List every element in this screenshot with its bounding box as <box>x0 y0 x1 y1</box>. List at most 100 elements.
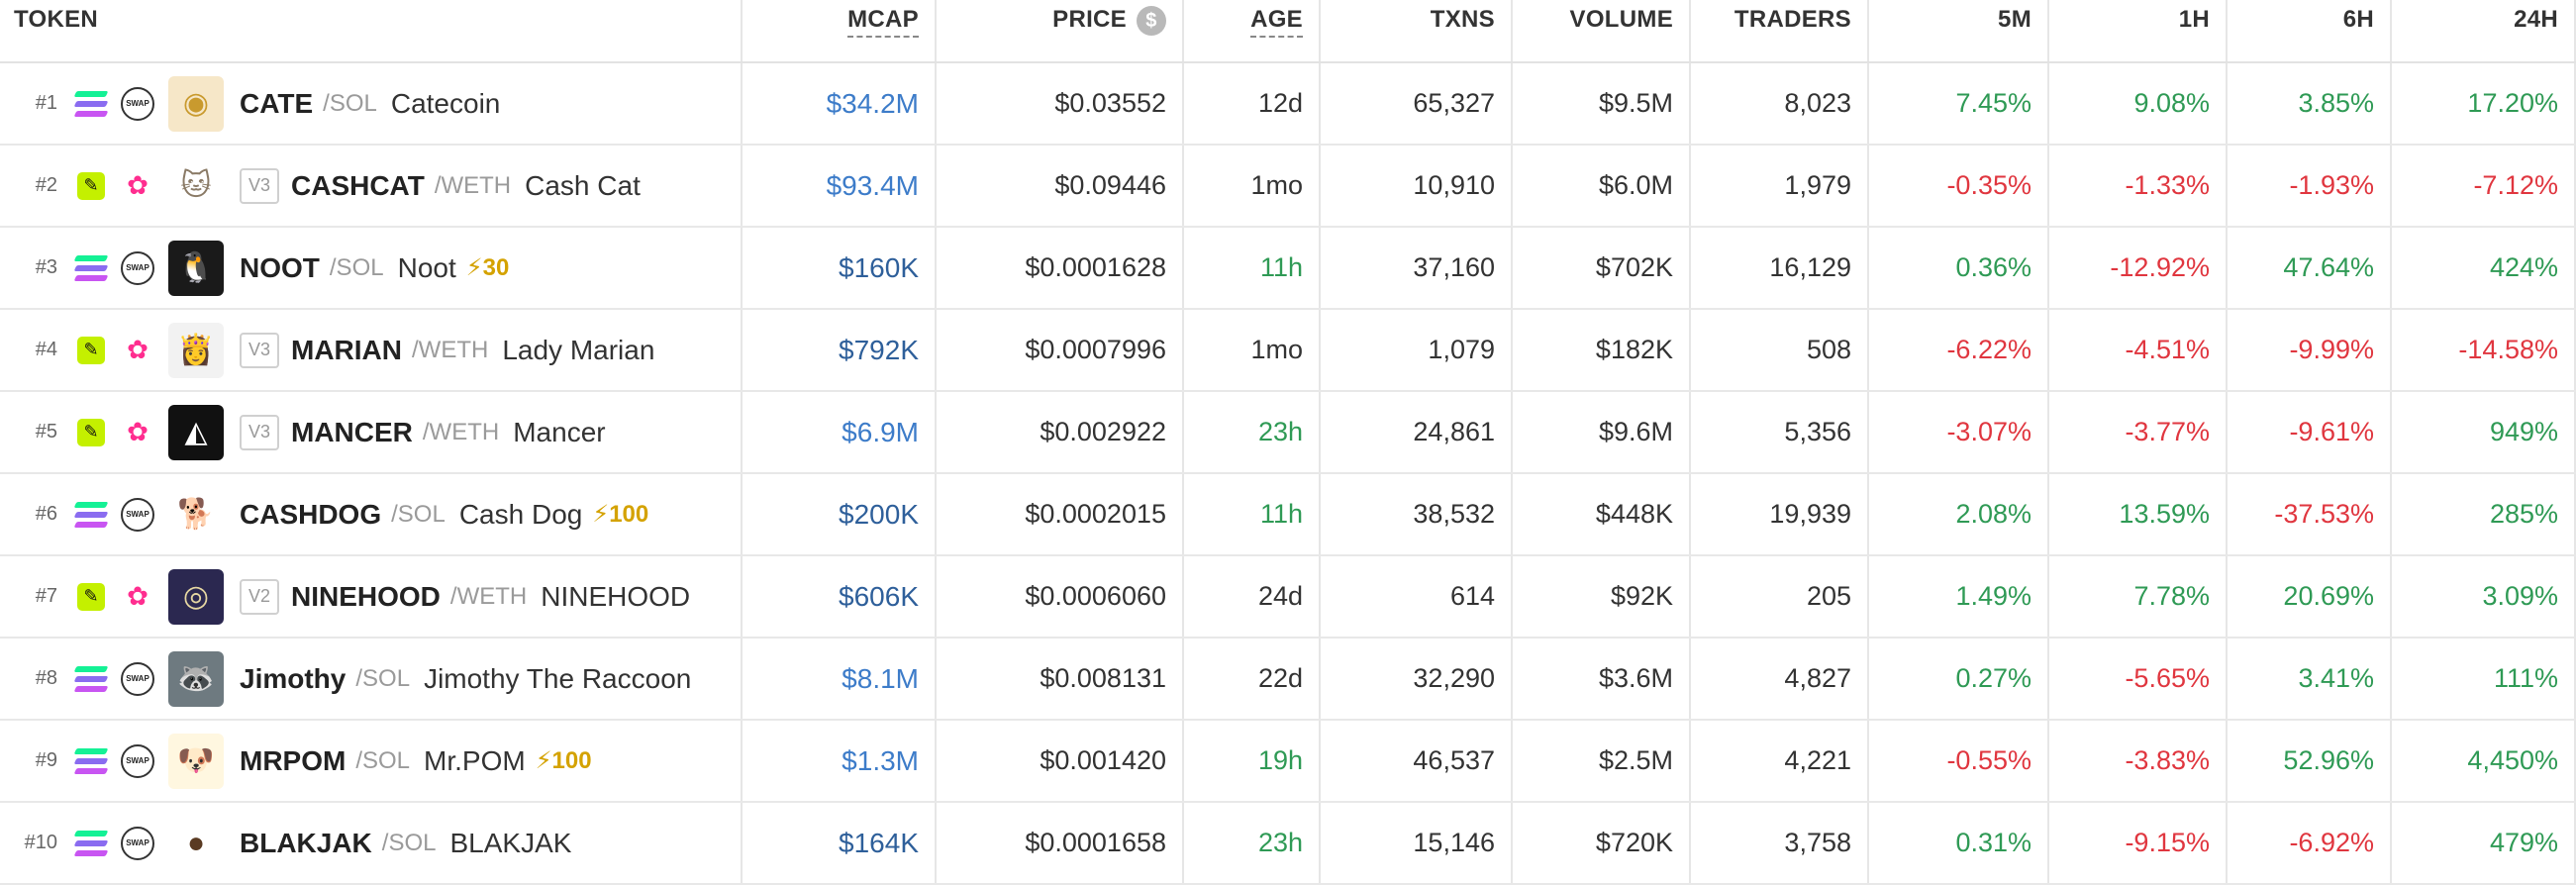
token-cell[interactable]: #1 SWAP ◉ CATE/SOL Catecoin <box>0 63 743 144</box>
solana-icon <box>73 828 109 859</box>
age-value: 1mo <box>1250 170 1303 200</box>
quote-pair: /SOL <box>355 664 411 692</box>
h6-value: -6.92% <box>2289 828 2374 857</box>
h6-value: 47.64% <box>2283 252 2374 282</box>
h1-value: -1.33% <box>2125 170 2210 200</box>
token-cell[interactable]: #2 ✎ ✿ 🐱 V3 CASHCAT/WETH Cash Cat <box>0 146 743 226</box>
column-volume[interactable]: VOLUME <box>1513 0 1691 61</box>
table-row[interactable]: #5 ✎ ✿ ◭ V3 MANCER/WETH Mancer $6.9M $0.002922 23… <box>0 392 2576 474</box>
jimothy-logo: 🦝 <box>168 650 224 707</box>
table-row[interactable]: #9 SWAP 🐶 MRPOM/SOL Mr.POM ⚡100 $1.3M $0.001420… <box>0 721 2576 803</box>
token-cell[interactable]: #4 ✎ ✿ 👸 V3 MARIAN/WETH Lady Marian <box>0 310 743 390</box>
price-cell: $0.0006060 <box>937 556 1184 637</box>
mcap-cell: $8.1M <box>743 639 937 719</box>
m5-value: -3.07% <box>1946 417 2031 446</box>
quote-pair: /WETH <box>412 336 489 363</box>
h1-cell: -3.83% <box>2049 721 2228 801</box>
h24-value: 17.20% <box>2467 88 2558 118</box>
currency-usd-icon[interactable]: $ <box>1137 6 1166 36</box>
mcap-cell: $792K <box>743 310 937 390</box>
txns-value: 46,537 <box>1413 745 1495 775</box>
table-row[interactable]: #8 SWAP 🦝 Jimothy/SOL Jimothy The Raccoon $8.… <box>0 639 2576 721</box>
token-name: Mr.POM <box>424 744 526 776</box>
swap-label: SWAP <box>121 497 154 532</box>
marian-logo: 👸 <box>168 322 224 378</box>
volume-value: $702K <box>1595 252 1673 282</box>
version-badge: V3 <box>240 332 279 368</box>
token-symbol: NINEHOOD <box>291 580 441 612</box>
txns-cell: 32,290 <box>1321 639 1513 719</box>
m5-cell: 0.27% <box>1869 639 2049 719</box>
volume-cell: $182K <box>1513 310 1691 390</box>
price-cell: $0.0002015 <box>937 474 1184 554</box>
table-row[interactable]: #4 ✎ ✿ 👸 V3 MARIAN/WETH Lady Marian $792K $0.000… <box>0 310 2576 392</box>
h6-cell: -9.61% <box>2228 392 2392 472</box>
h24-cell: 4,450% <box>2392 721 2576 801</box>
column-traders[interactable]: TRADERS <box>1691 0 1869 61</box>
token-cell[interactable]: #7 ✎ ✿ ◎ V2 NINEHOOD/WETH NINEHOOD <box>0 556 743 637</box>
column-age[interactable]: AGE <box>1184 0 1321 61</box>
column-6h[interactable]: 6H <box>2228 0 2392 61</box>
solana-icon <box>73 88 109 120</box>
column-token[interactable]: TOKEN <box>0 0 743 61</box>
price-cell: $0.03552 <box>937 63 1184 144</box>
h6-value: 52.96% <box>2283 745 2374 775</box>
column-24h[interactable]: 24H <box>2392 0 2576 61</box>
token-table: TOKEN MCAP PRICE $ AGE TXNS VOLUME TRADER… <box>0 0 2576 885</box>
token-name: Jimothy The Raccoon <box>424 662 692 694</box>
column-mcap[interactable]: MCAP <box>743 0 937 61</box>
token-cell[interactable]: #8 SWAP 🦝 Jimothy/SOL Jimothy The Raccoon <box>0 639 743 719</box>
txns-value: 37,160 <box>1413 252 1495 282</box>
table-row[interactable]: #10 SWAP ● BLAKJAK/SOL BLAKJAK $164K $0.000165… <box>0 803 2576 885</box>
table-row[interactable]: #3 SWAP 🐧 NOOT/SOL Noot ⚡30 $160K $0.0001628 11h… <box>0 228 2576 310</box>
volume-value: $448K <box>1595 499 1673 529</box>
h1-cell: -12.92% <box>2049 228 2228 308</box>
price-cell: $0.008131 <box>937 639 1184 719</box>
h6-value: 3.41% <box>2298 663 2374 693</box>
h6-cell: -1.93% <box>2228 146 2392 226</box>
price-value: $0.09446 <box>1054 170 1166 200</box>
table-row[interactable]: #7 ✎ ✿ ◎ V2 NINEHOOD/WETH NINEHOOD $606K $0.0006… <box>0 556 2576 639</box>
token-cell[interactable]: #6 SWAP 🐕 CASHDOG/SOL Cash Dog ⚡100 <box>0 474 743 554</box>
m5-cell: -3.07% <box>1869 392 2049 472</box>
h24-value: 3.09% <box>2482 581 2558 611</box>
txns-value: 32,290 <box>1413 663 1495 693</box>
table-row[interactable]: #6 SWAP 🐕 CASHDOG/SOL Cash Dog ⚡100 $200K $0.00… <box>0 474 2576 556</box>
traders-value: 19,939 <box>1769 499 1851 529</box>
column-price[interactable]: PRICE $ <box>937 0 1184 61</box>
table-row[interactable]: #2 ✎ ✿ 🐱 V3 CASHCAT/WETH Cash Cat $93.4M $0.0944… <box>0 146 2576 228</box>
token-symbol: MARIAN <box>291 334 402 365</box>
h24-value: 285% <box>2489 499 2558 529</box>
age-value: 11h <box>1259 252 1303 282</box>
txns-cell: 15,146 <box>1321 803 1513 883</box>
h24-value: 4,450% <box>2467 745 2558 775</box>
m5-value: -6.22% <box>1946 335 2031 364</box>
uniswap-icon: ✿ <box>127 170 149 200</box>
age-value: 22d <box>1257 663 1303 693</box>
token-cell[interactable]: #5 ✎ ✿ ◭ V3 MANCER/WETH Mancer <box>0 392 743 472</box>
txns-value: 15,146 <box>1413 828 1495 857</box>
token-name: Lady Marian <box>502 334 655 365</box>
quote-pair: /WETH <box>449 582 528 610</box>
column-txns[interactable]: TXNS <box>1321 0 1513 61</box>
column-1h[interactable]: 1H <box>2049 0 2228 61</box>
mcap-value: $164K <box>839 827 919 858</box>
traders-value: 4,221 <box>1784 745 1851 775</box>
traders-value: 508 <box>1806 335 1851 364</box>
traders-cell: 16,129 <box>1691 228 1869 308</box>
token-cell[interactable]: #10 SWAP ● BLAKJAK/SOL BLAKJAK <box>0 803 743 883</box>
m5-value: 0.27% <box>1955 663 2031 693</box>
h6-value: 20.69% <box>2283 581 2374 611</box>
column-5m[interactable]: 5M <box>1869 0 2049 61</box>
h24-cell: -7.12% <box>2392 146 2576 226</box>
token-cell[interactable]: #9 SWAP 🐶 MRPOM/SOL Mr.POM ⚡100 <box>0 721 743 801</box>
noot-logo: 🐧 <box>168 240 224 296</box>
token-cell[interactable]: #3 SWAP 🐧 NOOT/SOL Noot ⚡30 <box>0 228 743 308</box>
rank-label: #3 <box>35 256 57 278</box>
traders-cell: 508 <box>1691 310 1869 390</box>
age-value: 19h <box>1257 745 1303 775</box>
age-cell: 23h <box>1184 392 1321 472</box>
raydium-swap-icon: SWAP <box>121 497 154 532</box>
table-row[interactable]: #1 SWAP ◉ CATE/SOL Catecoin $34.2M $0.03552 12d… <box>0 63 2576 146</box>
price-cell: $0.002922 <box>937 392 1184 472</box>
